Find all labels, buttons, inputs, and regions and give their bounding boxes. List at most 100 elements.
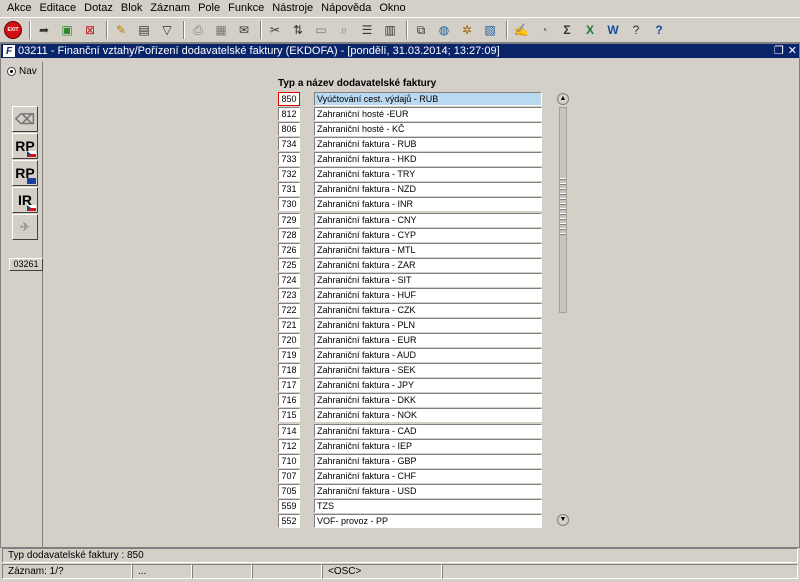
attachment-icon[interactable]: ✍ [511, 20, 531, 40]
menu-funkce[interactable]: Funkce [224, 0, 268, 17]
invoice-type-code-field[interactable]: 710 [278, 454, 300, 468]
invoice-type-name-field[interactable]: Zahraniční faktura - TRY [314, 167, 542, 181]
calendar-icon[interactable]: ▥ [380, 20, 400, 40]
delete-record-icon[interactable]: ⊠ [80, 20, 100, 40]
invoice-type-name-field[interactable]: TZS [314, 499, 542, 513]
invoice-type-code-field[interactable]: 722 [278, 303, 300, 317]
invoice-type-code-field[interactable]: 812 [278, 107, 300, 121]
invoice-type-code-field[interactable]: 559 [278, 499, 300, 513]
invoice-type-name-field[interactable]: Zahraniční faktura - SEK [314, 363, 542, 377]
invoice-type-name-field[interactable]: Zahraniční faktura - INR [314, 197, 542, 211]
invoice-type-name-field[interactable]: Zahraniční hosté -EUR [314, 107, 542, 121]
nav-radio[interactable]: Nav [7, 66, 37, 77]
invoice-type-name-field[interactable]: Zahraniční faktura - CAD [314, 424, 542, 438]
invoice-type-code-field[interactable]: 734 [278, 137, 300, 151]
invoice-type-name-field[interactable]: Zahraniční faktura - CZK [314, 303, 542, 317]
forward-icon[interactable]: ➦ [34, 20, 54, 40]
invoice-type-code-field[interactable]: 707 [278, 469, 300, 483]
globe-icon[interactable]: ◍ [434, 20, 454, 40]
find-icon[interactable]: ⌕ [334, 20, 354, 40]
invoice-type-code-field[interactable]: 719 [278, 348, 300, 362]
invoice-type-code-field[interactable]: 733 [278, 152, 300, 166]
enter-query-icon[interactable]: ✎ [111, 20, 131, 40]
invoice-type-name-field[interactable]: Zahraniční faktura - NOK [314, 408, 542, 422]
copy-icon[interactable]: ⇅ [288, 20, 308, 40]
execute-query-icon[interactable]: ▤ [134, 20, 154, 40]
invoice-type-code-field[interactable]: 724 [278, 273, 300, 287]
sps-button[interactable]: ✈ [12, 214, 38, 240]
invoice-type-name-field[interactable]: Zahraniční faktura - USD [314, 484, 542, 498]
invoice-type-name-field[interactable]: Zahraniční faktura - ZAR [314, 258, 542, 272]
invoice-type-code-field[interactable]: 730 [278, 197, 300, 211]
invoice-type-name-field[interactable]: Zahraniční faktura - MTL [314, 243, 542, 257]
scroll-grip-icon[interactable] [560, 178, 566, 238]
menu-napoveda[interactable]: Nápověda [317, 0, 375, 17]
mail-icon[interactable]: ✉ [234, 20, 254, 40]
invoice-type-name-field[interactable]: Zahraniční faktura - HKD [314, 152, 542, 166]
invoice-type-code-field[interactable]: 718 [278, 363, 300, 377]
invoice-type-code-field[interactable]: 552 [278, 514, 300, 528]
scroll-track[interactable] [559, 107, 567, 313]
invoice-type-name-field[interactable]: Zahraniční faktura - NZD [314, 182, 542, 196]
restore-icon[interactable]: ❐ [774, 44, 784, 57]
invoice-type-code-field[interactable]: 728 [278, 228, 300, 242]
invoice-type-name-field[interactable]: Vyúčtování cest. výdajů - RUB [314, 92, 542, 106]
print-icon[interactable]: ⎙ [188, 20, 208, 40]
invoice-type-code-field[interactable]: 729 [278, 213, 300, 227]
form-code-button[interactable]: 03261 [9, 258, 43, 271]
invoice-type-code-field[interactable]: 717 [278, 378, 300, 392]
rp-czk-button[interactable]: RP [12, 133, 38, 159]
invoice-type-name-field[interactable]: Zahraniční faktura - AUD [314, 348, 542, 362]
invoice-type-name-field[interactable]: Zahraniční faktura - GBP [314, 454, 542, 468]
menu-dotaz[interactable]: Dotaz [80, 0, 117, 17]
settings-icon[interactable]: ✲ [457, 20, 477, 40]
cut-icon[interactable]: ✂ [265, 20, 285, 40]
invoice-type-name-field[interactable]: Zahraniční faktura - HUF [314, 288, 542, 302]
invoice-type-name-field[interactable]: Zahraniční faktura - CNY [314, 213, 542, 227]
eraser-button[interactable]: ⌫ [12, 106, 38, 132]
invoice-type-name-field[interactable]: Zahraniční faktura - CYP [314, 228, 542, 242]
invoice-type-code-field[interactable]: 732 [278, 167, 300, 181]
invoice-type-code-field[interactable]: 806 [278, 122, 300, 136]
invoice-type-code-field[interactable]: 731 [278, 182, 300, 196]
invoice-type-name-field[interactable]: Zahraniční faktura - EUR [314, 333, 542, 347]
menu-blok[interactable]: Blok [117, 0, 146, 17]
invoice-type-code-field[interactable]: 720 [278, 333, 300, 347]
notes-icon[interactable]: ▧ [480, 20, 500, 40]
invoice-type-code-field[interactable]: 712 [278, 439, 300, 453]
menu-nastroje[interactable]: Nástroje [268, 0, 317, 17]
help-icon[interactable]: ? [649, 20, 669, 40]
exit-button[interactable]: EXIT [3, 20, 23, 40]
excel-icon[interactable]: X [580, 20, 600, 40]
insert-record-icon[interactable]: ▣ [57, 20, 77, 40]
invoice-type-code-field[interactable]: 723 [278, 288, 300, 302]
invoice-type-code-field[interactable]: 726 [278, 243, 300, 257]
invoice-type-name-field[interactable]: Zahraniční faktura - DKK [314, 393, 542, 407]
menu-zaznam[interactable]: Záznam [146, 0, 194, 17]
menu-editace[interactable]: Editace [35, 0, 80, 17]
ir-czk-button[interactable]: IR [12, 187, 38, 213]
invoice-type-name-field[interactable]: Zahraniční hosté - KČ [314, 122, 542, 136]
invoice-type-code-field[interactable]: 705 [278, 484, 300, 498]
menu-okno[interactable]: Okno [375, 0, 409, 17]
invoice-type-code-field[interactable]: 716 [278, 393, 300, 407]
filter-icon[interactable]: ▽ [157, 20, 177, 40]
menu-akce[interactable]: Akce [3, 0, 35, 17]
menu-pole[interactable]: Pole [194, 0, 224, 17]
list-icon[interactable]: ☰ [357, 20, 377, 40]
scroll-up-icon[interactable]: ▲ [557, 93, 569, 105]
invoice-type-name-field[interactable]: Zahraniční faktura - SIT [314, 273, 542, 287]
invoice-type-name-field[interactable]: Zahraniční faktura - RUB [314, 137, 542, 151]
close-icon[interactable]: ✕ [788, 44, 797, 57]
invoice-type-code-field[interactable]: 850 [278, 92, 300, 106]
invoice-type-name-field[interactable]: VOF- provoz - PP [314, 514, 542, 528]
invoice-type-name-field[interactable]: Zahraniční faktura - PLN [314, 318, 542, 332]
invoice-type-code-field[interactable]: 721 [278, 318, 300, 332]
invoice-type-code-field[interactable]: 714 [278, 424, 300, 438]
paste-icon[interactable]: ▭ [311, 20, 331, 40]
rp-eur-button[interactable]: RP [12, 160, 38, 186]
invoice-type-code-field[interactable]: 715 [278, 408, 300, 422]
sum-icon[interactable]: Σ [557, 20, 577, 40]
report-icon[interactable]: ▦ [211, 20, 231, 40]
scroll-down-icon[interactable]: ▼ [557, 514, 569, 526]
